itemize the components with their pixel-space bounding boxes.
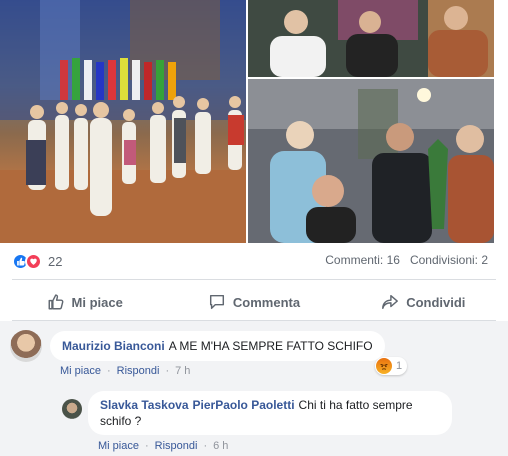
photo-choir[interactable] [0,0,246,243]
share-button-label: Condividi [406,294,466,310]
angry-icon [376,358,392,374]
reply-actions: Mi piace · Rispondi · 6 h [98,440,228,452]
comment-button-label: Commenta [232,294,301,310]
post-action-bar: Mi piace Commenta Condividi [0,287,508,317]
shares-count-link[interactable]: Condivisioni: 2 [410,253,488,267]
reactions-summary[interactable]: 22 [12,252,62,270]
comment-text: A ME M'HA SEMPRE FATTO SCHIFO [168,339,373,353]
thumbs-up-icon [48,294,63,310]
reply-like-link[interactable]: Mi piace [98,440,139,452]
separator-dot: · [203,440,208,452]
comment-button[interactable]: Commenta [169,287,338,317]
comment-icon [209,294,224,310]
photo-interview-top[interactable] [248,0,494,77]
share-button[interactable]: Condividi [339,287,508,317]
interview-scene [248,0,494,77]
reaction-count: 22 [48,253,63,269]
love-reaction-icon [25,252,42,270]
photo-interview-bottom[interactable] [248,79,494,243]
reply-timestamp[interactable]: 6 h [213,440,228,452]
separator-dot: · [144,440,149,452]
comment-author[interactable]: Maurizio Bianconi [62,339,165,353]
separator-dot: · [106,365,111,377]
comment-reaction-badge[interactable]: 1 [375,357,408,375]
comment-like-link[interactable]: Mi piace [60,365,101,377]
reply-mention[interactable]: PierPaolo Paoletti [193,398,295,412]
reply-avatar[interactable] [62,399,82,419]
comment-bubble: Maurizio Bianconi A ME M'HA SEMPRE FATTO … [50,331,385,361]
reply-author[interactable]: Slavka Taskova [100,398,189,412]
choir-scene [0,0,246,243]
like-button-label: Mi piace [71,294,123,310]
comment-actions: Mi piace · Rispondi · 7 h [60,365,190,377]
comments-section: Maurizio Bianconi A ME M'HA SEMPRE FATTO … [0,321,508,456]
post-stats: Commenti: 16 Condivisioni: 2 [325,253,488,267]
reply-reply-link[interactable]: Rispondi [155,440,198,452]
stage-scene [248,79,494,243]
reply-bubble: Slavka Taskova PierPaolo Paoletti Chi ti h… [88,391,452,435]
share-arrow-icon [382,294,399,310]
avatar[interactable] [10,330,42,362]
comment-reaction-count: 1 [396,360,403,372]
comments-count-link[interactable]: Commenti: 16 [325,253,400,267]
comment-timestamp[interactable]: 7 h [175,365,190,377]
facebook-post: 22 Commenti: 16 Condivisioni: 2 Mi piace… [0,0,508,456]
photo-collage [0,0,508,243]
comment-reply-link[interactable]: Rispondi [117,365,160,377]
separator-dot: · [165,365,170,377]
divider-top [12,279,496,280]
like-button[interactable]: Mi piace [0,287,169,317]
